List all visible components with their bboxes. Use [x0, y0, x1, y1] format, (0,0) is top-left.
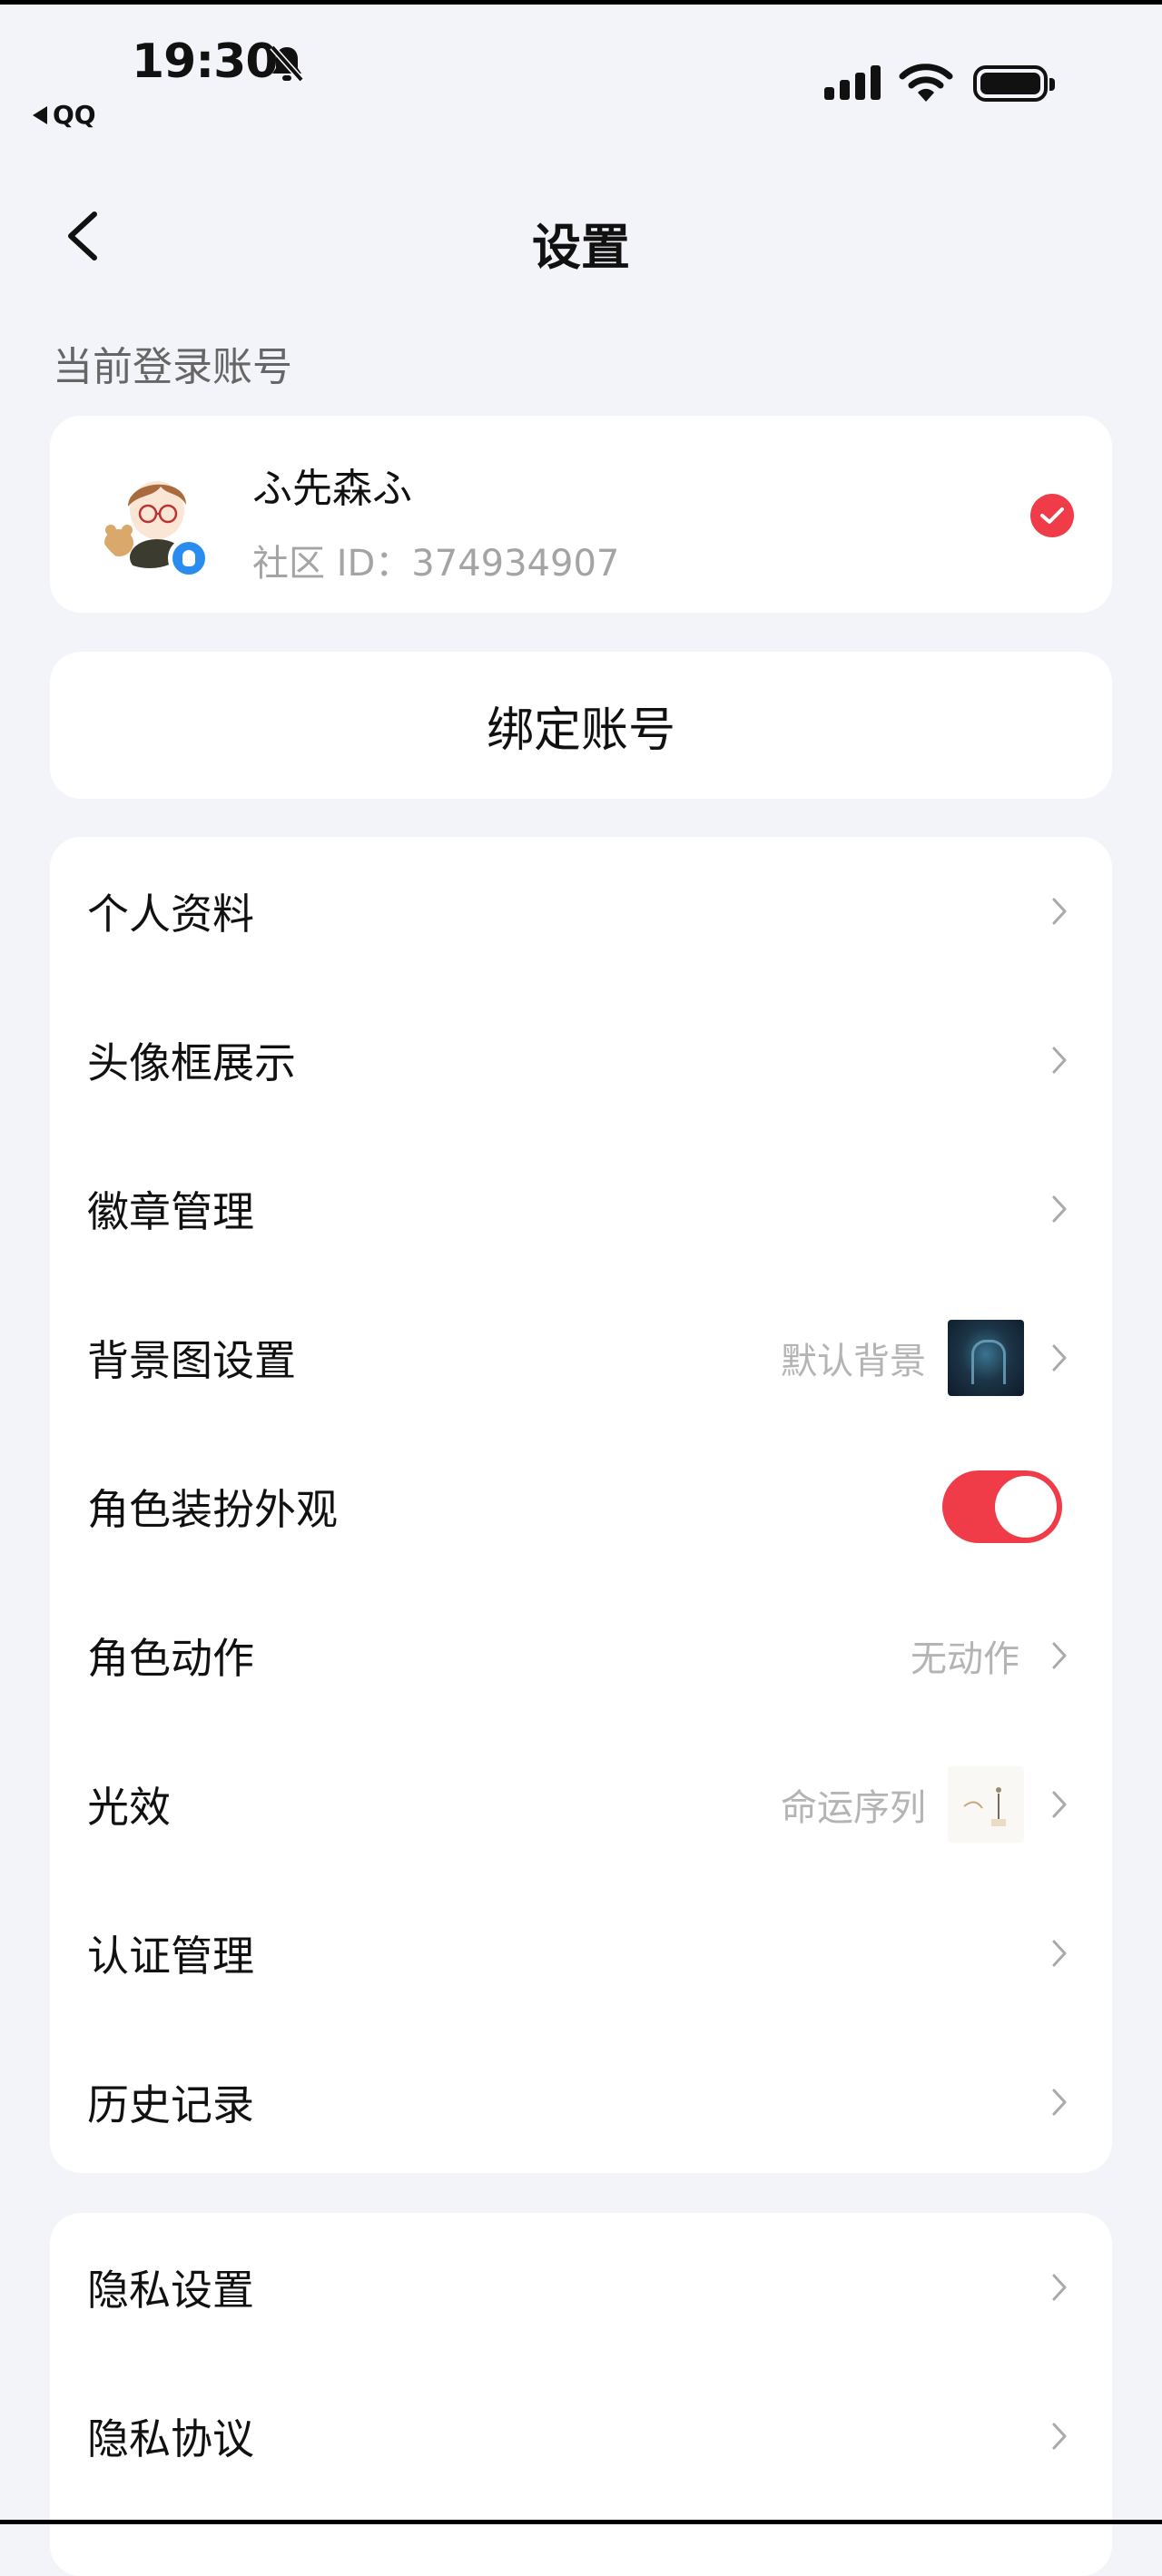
account-card[interactable]: ふ先森ふ 社区 ID：374934907 [50, 416, 1112, 613]
status-time: 19:30 [132, 34, 279, 89]
menu-item-background[interactable]: 背景图设置 默认背景 [50, 1283, 1112, 1432]
chevron-right-icon [1052, 2089, 1067, 2116]
menu-item-history[interactable]: 历史记录 [50, 2028, 1112, 2177]
back-triangle-icon [33, 105, 47, 124]
chevron-right-icon [1052, 2423, 1067, 2450]
chevron-right-icon [1052, 1642, 1067, 1669]
menu-item-label: 角色动作 [87, 1634, 254, 1683]
menu-item-privacy-policy[interactable]: 隐私协议 [50, 2362, 1112, 2511]
action-value: 无动作 [911, 1638, 1019, 1680]
menu-item-label: 光效 [87, 1783, 171, 1832]
back-to-app-link[interactable]: QQ [33, 100, 96, 130]
light-effect-thumbnail [948, 1766, 1024, 1843]
menu-item-label: 个人资料 [87, 890, 254, 939]
battery-icon [973, 65, 1055, 102]
menu-item-light-effect[interactable]: 光效 命运序列 [50, 1730, 1112, 1879]
page-title: 设置 [532, 219, 630, 276]
background-value: 默认背景 [781, 1341, 926, 1382]
menu-item-label: 头像框展示 [87, 1038, 296, 1087]
menu-item-label: 认证管理 [87, 1932, 254, 1981]
chevron-right-icon [1052, 2274, 1067, 2301]
bell-slash-icon [270, 44, 304, 83]
bind-account-button[interactable]: 绑定账号 [50, 652, 1112, 799]
chevron-right-icon [1052, 1791, 1067, 1818]
bind-account-label: 绑定账号 [486, 703, 675, 758]
signal-icon [824, 65, 881, 100]
wifi-icon [899, 64, 953, 102]
light-effect-value: 命运序列 [781, 1787, 926, 1829]
menu-item-verification[interactable]: 认证管理 [50, 1879, 1112, 2028]
settings-list: 个人资料 头像框展示 徽章管理 背景图设置 默认背景 角色装扮外观 角色动作 无… [50, 837, 1112, 2173]
menu-item-label: 隐私设置 [87, 2266, 254, 2315]
chevron-right-icon [1052, 1344, 1067, 1372]
back-app-label: QQ [53, 100, 96, 130]
top-border [0, 0, 1162, 5]
check-icon [1030, 494, 1074, 537]
chevron-right-icon [1052, 898, 1067, 925]
account-name: ふ先森ふ [252, 466, 412, 512]
menu-item-label: 徽章管理 [87, 1187, 254, 1236]
chevron-right-icon [1052, 1195, 1067, 1223]
current-account-label: 当前登录账号 [53, 344, 292, 390]
menu-item-profile[interactable]: 个人资料 [50, 837, 1112, 986]
menu-item-badges[interactable]: 徽章管理 [50, 1135, 1112, 1283]
account-id: 社区 ID：374934907 [252, 543, 620, 585]
menu-item-label: 背景图设置 [87, 1336, 296, 1385]
menu-item-action[interactable]: 角色动作 无动作 [50, 1581, 1112, 1730]
bottom-border [0, 2520, 1162, 2524]
appearance-toggle[interactable] [942, 1470, 1062, 1543]
menu-item-avatar-frame[interactable]: 头像框展示 [50, 986, 1112, 1135]
background-thumbnail [948, 1320, 1024, 1396]
qq-badge-icon [168, 537, 210, 579]
chevron-right-icon [1052, 1047, 1067, 1074]
chevron-right-icon [1052, 1940, 1067, 1967]
menu-item-label: 角色装扮外观 [87, 1485, 338, 1534]
menu-item-privacy-settings[interactable]: 隐私设置 [50, 2213, 1112, 2362]
menu-item-label: 历史记录 [87, 2080, 254, 2129]
menu-item-label: 隐私协议 [87, 2414, 254, 2463]
menu-item-appearance: 角色装扮外观 [50, 1432, 1112, 1581]
